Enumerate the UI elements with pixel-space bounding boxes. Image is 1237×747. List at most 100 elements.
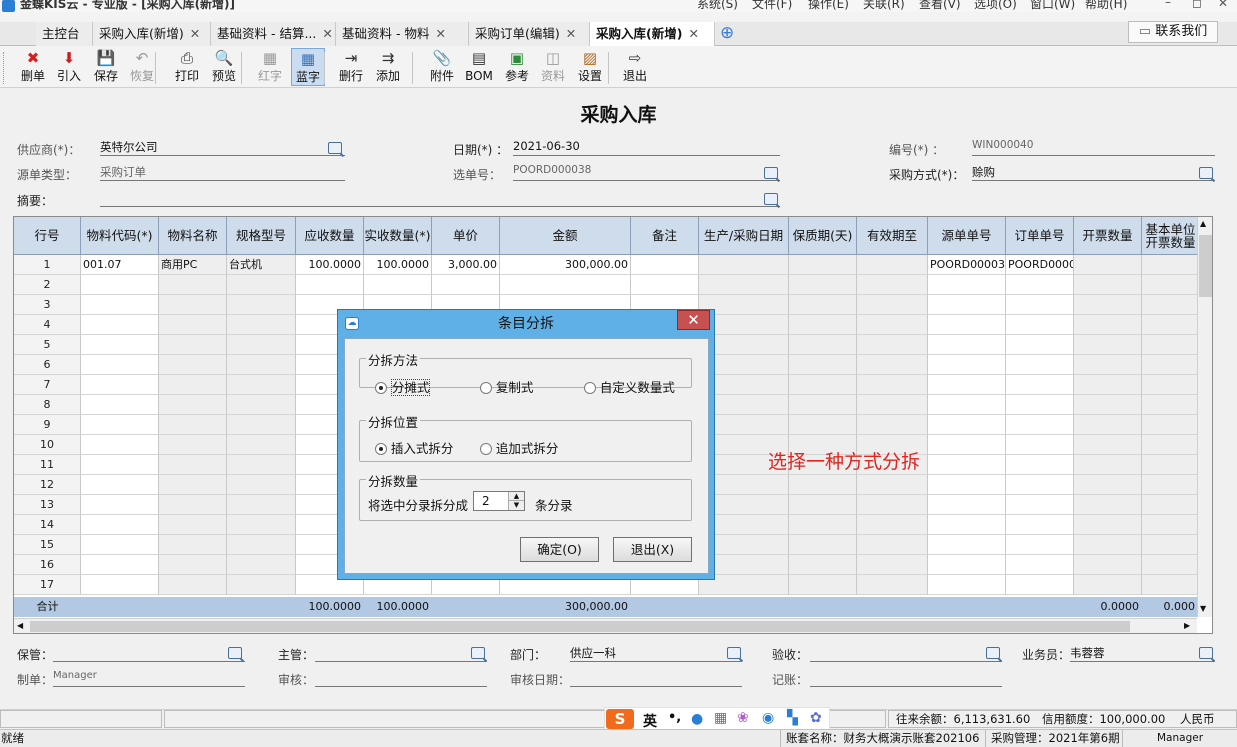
skin-icon[interactable]: ❀: [737, 710, 749, 726]
toolbar-button-red-entry[interactable]: ▦ 红字: [253, 48, 287, 86]
table-cell[interactable]: [81, 335, 159, 355]
close-tab-icon[interactable]: ✕: [566, 26, 576, 41]
table-cell[interactable]: [159, 375, 227, 395]
table-cell[interactable]: [928, 295, 1006, 315]
summary-lookup-icon[interactable]: [764, 193, 778, 205]
table-cell[interactable]: [928, 335, 1006, 355]
table-cell[interactable]: [789, 375, 857, 395]
table-cell[interactable]: [789, 495, 857, 515]
toolbar-button-preview[interactable]: 🔍 预览: [207, 48, 241, 86]
table-cell[interactable]: [1074, 535, 1142, 555]
table-cell[interactable]: [1142, 295, 1200, 315]
table-cell[interactable]: [81, 535, 159, 555]
table-cell[interactable]: 商用PC: [159, 255, 227, 275]
table-cell[interactable]: [789, 255, 857, 275]
dept-field[interactable]: 供应一科: [570, 645, 742, 662]
table-cell[interactable]: [227, 435, 296, 455]
table-cell[interactable]: [1074, 555, 1142, 575]
toolbar-button-import[interactable]: ⬇ 引入: [52, 48, 86, 86]
table-cell[interactable]: [1074, 275, 1142, 295]
table-cell[interactable]: [1142, 375, 1200, 395]
table-cell[interactable]: 台式机: [227, 255, 296, 275]
radio-icon[interactable]: [584, 382, 596, 394]
table-cell[interactable]: [81, 275, 159, 295]
table-cell[interactable]: [857, 335, 928, 355]
table-cell[interactable]: [159, 355, 227, 375]
table-cell[interactable]: [1074, 295, 1142, 315]
toolbar-button-settings[interactable]: ▨ 设置: [573, 48, 607, 86]
table-cell[interactable]: 100.0000: [296, 255, 364, 275]
table-cell[interactable]: [1142, 495, 1200, 515]
table-cell[interactable]: [789, 275, 857, 295]
split-qty-stepper[interactable]: 2 ▲ ▼: [473, 491, 525, 511]
scroll-thumb[interactable]: [1199, 235, 1212, 297]
scroll-right-icon[interactable]: ▶: [1184, 621, 1190, 630]
keyboard-icon[interactable]: ▦: [714, 710, 727, 726]
table-cell[interactable]: [227, 475, 296, 495]
table-cell[interactable]: [1074, 435, 1142, 455]
table-cell[interactable]: [857, 275, 928, 295]
table-cell[interactable]: [928, 575, 1006, 595]
table-cell[interactable]: [789, 295, 857, 315]
toolbar-button-reference[interactable]: ▣ 参考: [500, 48, 534, 86]
column-header[interactable]: 单价: [432, 217, 500, 255]
table-cell[interactable]: [789, 475, 857, 495]
table-cell[interactable]: [789, 415, 857, 435]
table-cell[interactable]: [296, 275, 364, 295]
toolbar-button-print[interactable]: ⎙ 打印: [170, 48, 204, 86]
toolbar-button-delete-row[interactable]: ⇥ 删行: [334, 48, 368, 86]
table-cell[interactable]: [928, 515, 1006, 535]
table-cell[interactable]: [159, 415, 227, 435]
table-cell[interactable]: [81, 575, 159, 595]
table-cell[interactable]: [159, 435, 227, 455]
settings-ime-icon[interactable]: ✿: [810, 710, 822, 726]
stepper-up-icon[interactable]: ▲: [508, 492, 524, 501]
column-header[interactable]: 规格型号: [227, 217, 296, 255]
minimize-icon[interactable]: –: [1165, 0, 1171, 8]
dept-lookup-icon[interactable]: [727, 647, 741, 659]
radio-icon[interactable]: [375, 382, 387, 394]
table-cell[interactable]: [631, 275, 699, 295]
radio-icon[interactable]: [480, 443, 492, 455]
table-cell[interactable]: [1006, 295, 1074, 315]
manager-field[interactable]: [315, 645, 487, 662]
close-tab-icon[interactable]: ✕: [688, 26, 698, 41]
table-cell[interactable]: [81, 295, 159, 315]
table-cell[interactable]: [1074, 355, 1142, 375]
table-cell[interactable]: [857, 255, 928, 275]
table-cell[interactable]: [789, 355, 857, 375]
table-cell[interactable]: [227, 515, 296, 535]
new-tab-icon[interactable]: ⊕: [720, 23, 734, 43]
table-cell[interactable]: [789, 515, 857, 535]
table-cell[interactable]: [789, 335, 857, 355]
table-cell[interactable]: [81, 455, 159, 475]
table-cell[interactable]: [1074, 575, 1142, 595]
table-cell[interactable]: [159, 515, 227, 535]
scroll-down-icon[interactable]: ▼: [1200, 604, 1206, 613]
toolbar-button-exit[interactable]: ⇨ 退出: [618, 48, 652, 86]
table-cell[interactable]: [1142, 575, 1200, 595]
table-cell[interactable]: [1006, 555, 1074, 575]
table-cell[interactable]: [81, 475, 159, 495]
table-cell[interactable]: [1142, 275, 1200, 295]
table-cell[interactable]: [1074, 255, 1142, 275]
table-cell[interactable]: [1006, 415, 1074, 435]
table-cell[interactable]: [500, 275, 631, 295]
date-field[interactable]: 2021-06-30: [513, 139, 780, 156]
tab-purchase-in-new[interactable]: 采购入库(新增) ✕: [93, 22, 211, 46]
table-cell[interactable]: [1006, 475, 1074, 495]
purchase-mode-field[interactable]: 赊购: [972, 164, 1215, 181]
table-cell[interactable]: [159, 395, 227, 415]
table-cell[interactable]: [81, 515, 159, 535]
table-cell[interactable]: [928, 535, 1006, 555]
table-cell[interactable]: [857, 395, 928, 415]
column-header[interactable]: 备注: [631, 217, 699, 255]
column-header[interactable]: 实收数量(*): [364, 217, 432, 255]
purchase-mode-lookup-icon[interactable]: [1199, 167, 1213, 179]
exit-button[interactable]: 退出(X): [613, 537, 692, 562]
toolbar-button-save[interactable]: 💾 保存: [89, 48, 123, 86]
ok-button[interactable]: 确定(O): [520, 537, 599, 562]
table-cell[interactable]: [1074, 475, 1142, 495]
table-cell[interactable]: [789, 535, 857, 555]
table-cell[interactable]: [227, 355, 296, 375]
